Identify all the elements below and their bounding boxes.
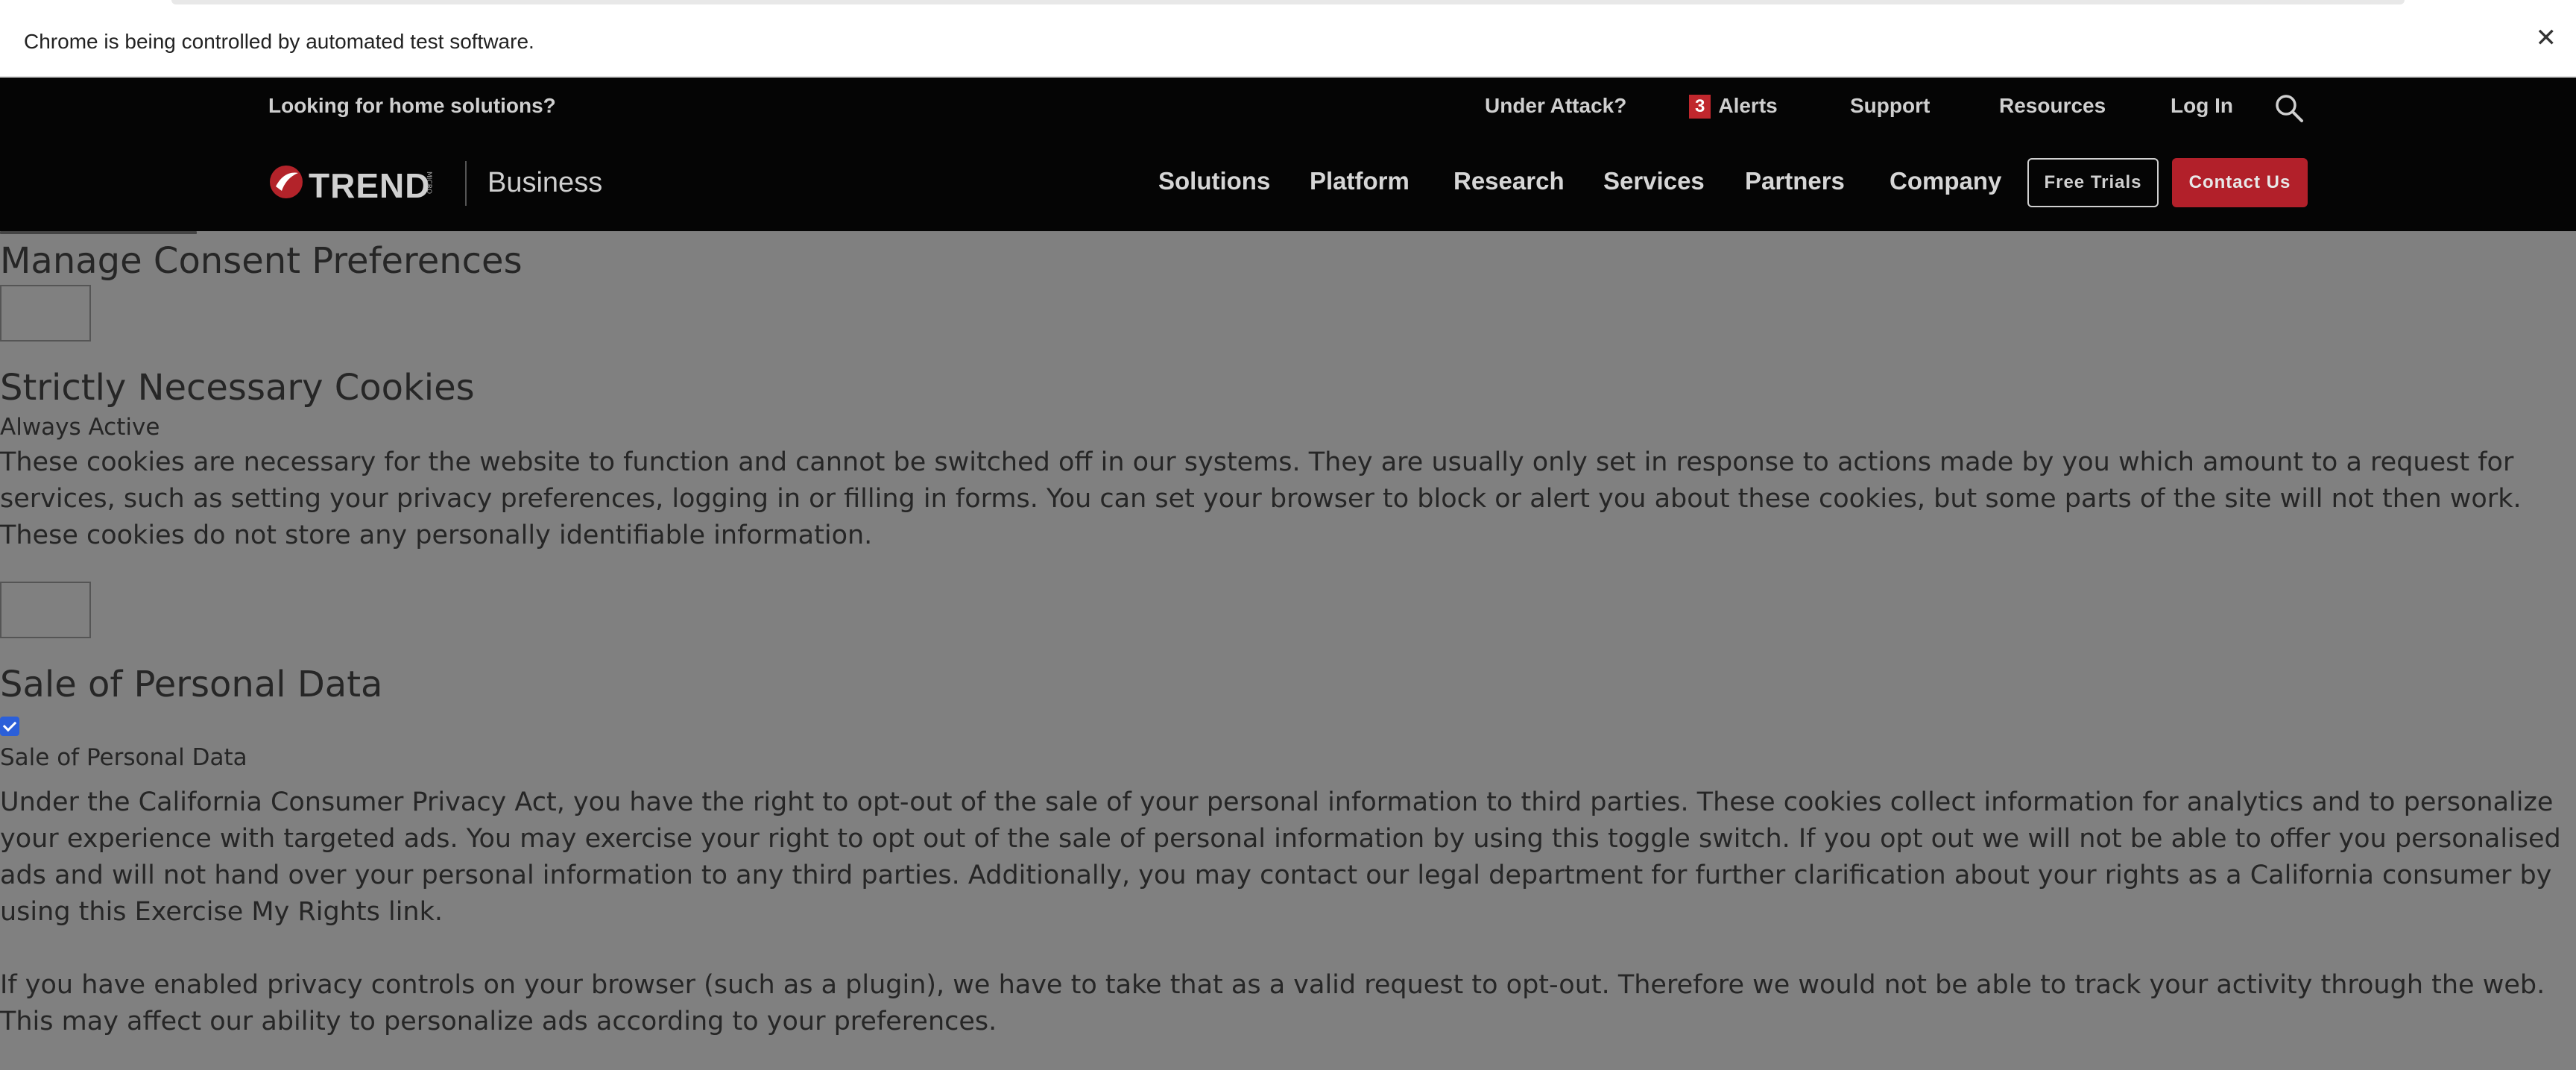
resources-link[interactable]: Resources — [1999, 94, 2106, 118]
automation-infobar: Chrome is being controlled by automated … — [0, 0, 2576, 78]
alerts-count-badge: 3 — [1689, 95, 1711, 119]
browser-tab-strip — [171, 0, 2405, 4]
nav-platform[interactable]: Platform — [1310, 167, 1409, 195]
logo-micro-text: MICRO — [425, 171, 432, 195]
nav-solutions[interactable]: Solutions — [1158, 167, 1270, 195]
nav-services[interactable]: Services — [1603, 167, 1705, 195]
contact-us-button[interactable]: Contact Us — [2172, 158, 2308, 207]
sale-empty-button[interactable] — [0, 582, 91, 638]
home-solutions-link[interactable]: Looking for home solutions? — [268, 94, 556, 118]
utility-bar: Looking for home solutions? Under Attack… — [0, 78, 2576, 137]
trend-micro-logo-icon — [270, 166, 303, 198]
support-link[interactable]: Support — [1850, 94, 1930, 118]
privacy-controls-description: If you have enabled privacy controls on … — [0, 970, 2545, 1036]
sale-of-data-checkbox-label: Sale of Personal Data — [0, 744, 247, 771]
infobar-close-icon[interactable]: ✕ — [2536, 25, 2557, 51]
strictly-necessary-description: These cookies are necessary for the webs… — [0, 447, 2522, 550]
search-icon[interactable] — [2273, 92, 2305, 124]
nav-company[interactable]: Company — [1890, 167, 2001, 195]
sale-of-data-checkbox[interactable] — [0, 717, 19, 736]
nav-research[interactable]: Research — [1453, 167, 1565, 195]
consent-title: Manage Consent Preferences — [0, 240, 523, 282]
consent-empty-button[interactable] — [0, 285, 91, 342]
site-header: Looking for home solutions? Under Attack… — [0, 78, 2576, 231]
alerts-link[interactable]: 3 Alerts — [1689, 94, 1778, 119]
sale-of-data-description: Under the California Consumer Privacy Ac… — [0, 787, 2561, 927]
alerts-label: Alerts — [1718, 94, 1778, 117]
always-active-label: Always Active — [0, 414, 160, 441]
under-attack-link[interactable]: Under Attack? — [1485, 94, 1626, 118]
truncated-link-underline — [0, 231, 197, 234]
business-label: Business — [487, 167, 603, 198]
strictly-necessary-title: Strictly Necessary Cookies — [0, 367, 475, 409]
nav-partners[interactable]: Partners — [1745, 167, 1845, 195]
login-link[interactable]: Log In — [2171, 94, 2233, 118]
free-trials-button[interactable]: Free Trials — [2027, 158, 2159, 207]
brand-divider — [465, 161, 467, 206]
logo-wordmark: TREND — [309, 166, 431, 205]
infobar-message: Chrome is being controlled by automated … — [24, 30, 534, 53]
sale-of-data-title: Sale of Personal Data — [0, 664, 383, 705]
